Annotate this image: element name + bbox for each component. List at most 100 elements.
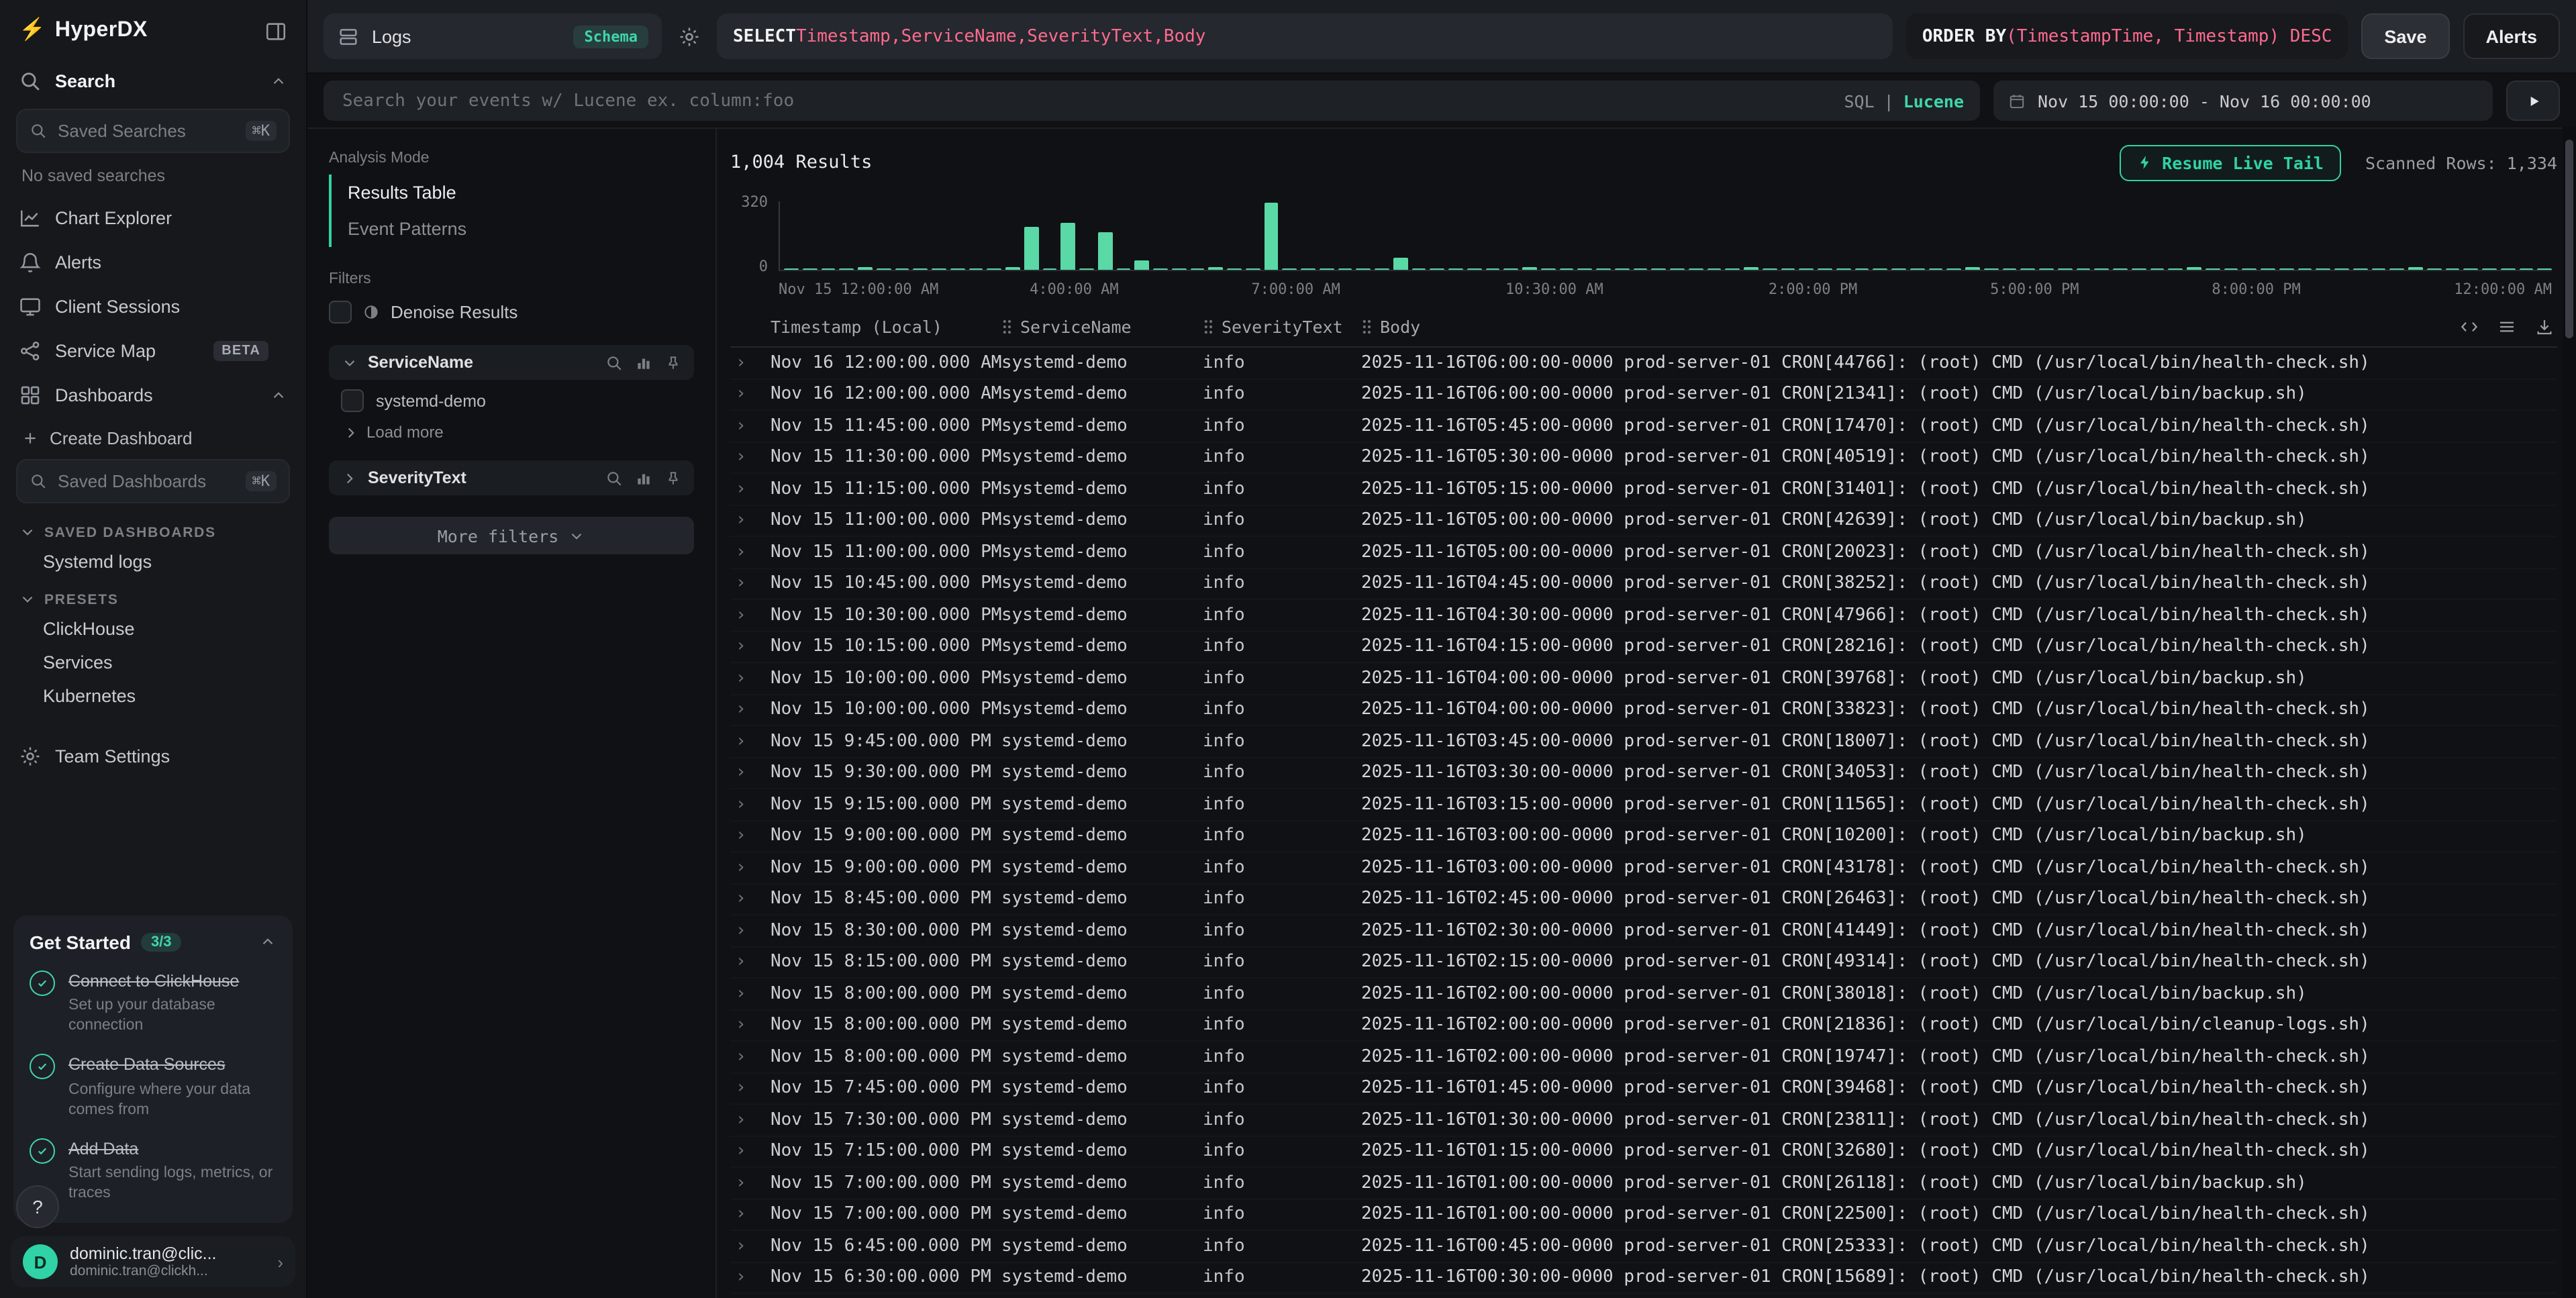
row-expander-icon[interactable]: ›: [730, 1205, 771, 1225]
row-expander-icon[interactable]: ›: [730, 826, 771, 846]
download-icon[interactable]: [2534, 316, 2555, 336]
sidebar-item-client-sessions[interactable]: Client Sessions: [0, 285, 306, 329]
mode-results-table[interactable]: Results Table: [332, 174, 694, 211]
row-expander-icon[interactable]: ›: [730, 511, 771, 531]
table-row[interactable]: ›Nov 15 9:00:00.000 PMsystemd-demoinfo20…: [730, 821, 2557, 852]
table-row[interactable]: ›Nov 15 11:30:00.000 PMsystemd-demoinfo2…: [730, 442, 2557, 474]
sql-select-input[interactable]: SELECT Timestamp,ServiceName,SeverityTex…: [717, 13, 1893, 59]
preset-link-kubernetes[interactable]: Kubernetes: [0, 679, 306, 713]
facet-value-systemd-demo[interactable]: systemd-demo: [329, 380, 694, 417]
chevron-up-icon[interactable]: [270, 387, 287, 404]
facet-chart-icon[interactable]: [635, 354, 652, 371]
table-row[interactable]: ›Nov 16 12:00:00.000 AMsystemd-demoinfo2…: [730, 348, 2557, 379]
load-more-button[interactable]: Load more: [329, 417, 694, 450]
row-expander-icon[interactable]: ›: [730, 637, 771, 657]
facet-search-icon[interactable]: [605, 354, 623, 371]
table-row[interactable]: ›Nov 15 7:45:00.000 PMsystemd-demoinfo20…: [730, 1073, 2557, 1105]
pin-icon[interactable]: [664, 354, 682, 371]
table-row[interactable]: ›Nov 15 10:15:00.000 PMsystemd-demoinfo2…: [730, 632, 2557, 663]
table-row[interactable]: ›Nov 15 10:00:00.000 PMsystemd-demoinfo2…: [730, 663, 2557, 695]
row-expander-icon[interactable]: ›: [730, 448, 771, 468]
row-expander-icon[interactable]: ›: [730, 1015, 771, 1036]
table-row[interactable]: ›Nov 15 6:30:00.000 PMsystemd-demoinfo20…: [730, 1262, 2557, 1294]
row-expander-icon[interactable]: ›: [730, 668, 771, 689]
event-search-box[interactable]: SQL | Lucene: [324, 81, 1980, 121]
help-button[interactable]: ?: [16, 1185, 59, 1228]
facet-search-icon[interactable]: [605, 469, 623, 487]
create-dashboard-button[interactable]: Create Dashboard: [0, 417, 306, 454]
saved-searches-input[interactable]: Saved Searches ⌘K: [16, 109, 290, 153]
chevron-right-icon[interactable]: [341, 469, 358, 487]
row-expander-icon[interactable]: ›: [730, 385, 771, 405]
table-row[interactable]: ›Nov 15 7:00:00.000 PMsystemd-demoinfo20…: [730, 1199, 2557, 1231]
table-row[interactable]: ›Nov 15 9:00:00.000 PMsystemd-demoinfo20…: [730, 852, 2557, 884]
sidebar-item-search[interactable]: Search: [0, 59, 306, 103]
table-row[interactable]: ›Nov 15 11:00:00.000 PMsystemd-demoinfo2…: [730, 537, 2557, 568]
user-menu[interactable]: D dominic.tran@clic... dominic.tran@clic…: [11, 1236, 295, 1287]
table-row[interactable]: ›Nov 15 7:00:00.000 PMsystemd-demoinfo20…: [730, 1168, 2557, 1199]
table-row[interactable]: ›Nov 15 8:15:00.000 PMsystemd-demoinfo20…: [730, 947, 2557, 979]
facet-chart-icon[interactable]: [635, 469, 652, 487]
section-saved-dashboards[interactable]: SAVED DASHBOARDS: [0, 511, 306, 545]
table-row[interactable]: ›Nov 15 10:00:00.000 PMsystemd-demoinfo2…: [730, 695, 2557, 726]
row-expander-icon[interactable]: ›: [730, 889, 771, 909]
alerts-button[interactable]: Alerts: [2463, 13, 2560, 59]
row-expander-icon[interactable]: ›: [730, 1268, 771, 1288]
row-expander-icon[interactable]: ›: [730, 1236, 771, 1256]
table-row[interactable]: ›Nov 15 8:00:00.000 PMsystemd-demoinfo20…: [730, 1042, 2557, 1073]
get-started-step[interactable]: Create Data Sources Configure where your…: [30, 1052, 277, 1120]
table-row[interactable]: ›Nov 15 9:45:00.000 PMsystemd-demoinfo20…: [730, 726, 2557, 758]
chevron-up-icon[interactable]: [259, 933, 277, 950]
table-row[interactable]: ›Nov 15 11:45:00.000 PMsystemd-demoinfo2…: [730, 411, 2557, 442]
row-expander-icon[interactable]: ›: [730, 732, 771, 752]
row-expander-icon[interactable]: ›: [730, 1047, 771, 1067]
code-view-icon[interactable]: [2459, 316, 2479, 336]
pin-icon[interactable]: [664, 469, 682, 487]
schema-badge[interactable]: Schema: [574, 25, 649, 48]
table-row[interactable]: ›Nov 15 6:45:00.000 PMsystemd-demoinfo20…: [730, 1231, 2557, 1262]
table-row[interactable]: ›Nov 15 8:00:00.000 PMsystemd-demoinfo20…: [730, 979, 2557, 1010]
run-query-button[interactable]: [2506, 81, 2560, 121]
sidebar-item-alerts[interactable]: Alerts: [0, 240, 306, 285]
source-selector[interactable]: Logs Schema: [324, 13, 662, 59]
date-range-picker[interactable]: Nov 15 00:00:00 - Nov 16 00:00:00: [1993, 81, 2493, 121]
table-row[interactable]: ›Nov 15 9:15:00.000 PMsystemd-demoinfo20…: [730, 789, 2557, 821]
table-row[interactable]: ›Nov 15 11:15:00.000 PMsystemd-demoinfo2…: [730, 474, 2557, 505]
chevron-down-icon[interactable]: [341, 354, 358, 371]
table-row[interactable]: ›Nov 15 8:45:00.000 PMsystemd-demoinfo20…: [730, 884, 2557, 915]
table-row[interactable]: ›Nov 15 7:15:00.000 PMsystemd-demoinfo20…: [730, 1136, 2557, 1168]
chevron-up-icon[interactable]: [270, 72, 287, 90]
source-settings-gear-icon[interactable]: [675, 22, 703, 50]
table-row[interactable]: ›Nov 15 10:30:00.000 PMsystemd-demoinfo2…: [730, 600, 2557, 632]
row-expander-icon[interactable]: ›: [730, 479, 771, 499]
table-row[interactable]: ›Nov 15 8:00:00.000 PMsystemd-demoinfo20…: [730, 1010, 2557, 1042]
collapse-sidebar-icon[interactable]: [264, 19, 287, 42]
table-row[interactable]: ›Nov 15 9:30:00.000 PMsystemd-demoinfo20…: [730, 758, 2557, 789]
row-expander-icon[interactable]: ›: [730, 984, 771, 1004]
section-presets[interactable]: PRESETS: [0, 579, 306, 612]
preset-link-services[interactable]: Services: [0, 646, 306, 679]
row-expander-icon[interactable]: ›: [730, 574, 771, 594]
column-header-body[interactable]: Body: [1361, 316, 2557, 336]
facet-servicename[interactable]: ServiceName: [329, 345, 694, 380]
column-header-severitytext[interactable]: SeverityText: [1203, 316, 1361, 336]
sidebar-item-dashboards[interactable]: Dashboards: [0, 373, 306, 417]
row-expander-icon[interactable]: ›: [730, 763, 771, 783]
mode-event-patterns[interactable]: Event Patterns: [332, 211, 694, 247]
mode-lucene-label[interactable]: Lucene: [1903, 91, 1964, 111]
query-language-toggle[interactable]: SQL | Lucene: [1844, 91, 1964, 111]
table-row[interactable]: ›Nov 15 6:15:00.000 PMsystemd-demoinfo20…: [730, 1294, 2557, 1298]
scrollbar-thumb[interactable]: [2565, 140, 2573, 338]
row-expander-icon[interactable]: ›: [730, 1079, 771, 1099]
table-row[interactable]: ›Nov 15 11:00:00.000 PMsystemd-demoinfo2…: [730, 505, 2557, 537]
table-row[interactable]: ›Nov 16 12:00:00.000 AMsystemd-demoinfo2…: [730, 379, 2557, 411]
sidebar-item-team-settings[interactable]: Team Settings: [0, 734, 306, 779]
resume-live-tail-button[interactable]: Resume Live Tail: [2119, 144, 2341, 181]
row-expander-icon[interactable]: ›: [730, 795, 771, 815]
table-row[interactable]: ›Nov 15 10:45:00.000 PMsystemd-demoinfo2…: [730, 568, 2557, 600]
row-expander-icon[interactable]: ›: [730, 353, 771, 373]
column-header-servicename[interactable]: ServiceName: [1001, 316, 1203, 336]
sidebar-item-chart-explorer[interactable]: Chart Explorer: [0, 196, 306, 240]
row-expander-icon[interactable]: ›: [730, 1142, 771, 1162]
vertical-scrollbar[interactable]: [2563, 126, 2576, 1298]
